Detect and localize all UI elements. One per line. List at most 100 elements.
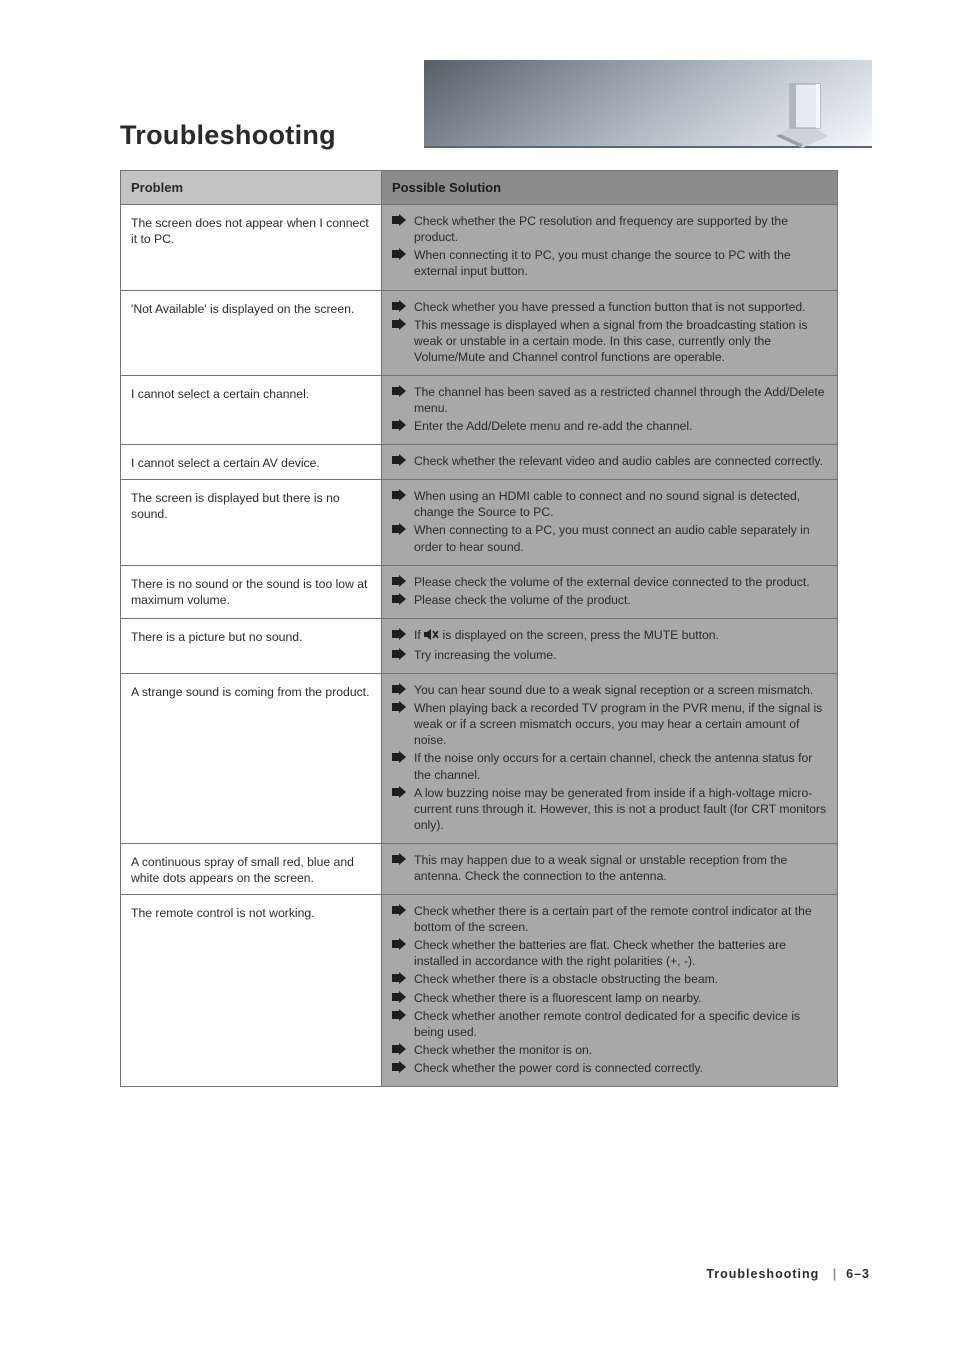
solution-cell: When using an HDMI cable to connect and … bbox=[382, 480, 838, 565]
list-item: Try increasing the volume. bbox=[392, 647, 827, 663]
solution-list: This may happen due to a weak signal or … bbox=[392, 852, 827, 884]
arrow-right-icon bbox=[392, 575, 408, 589]
solution-list: You can hear sound due to a weak signal … bbox=[392, 682, 827, 833]
page-number: Troubleshooting | 6–3 bbox=[706, 1267, 870, 1281]
table-row: 'Not Available' is displayed on the scre… bbox=[121, 290, 838, 375]
arrow-right-icon bbox=[392, 1009, 408, 1023]
arrow-right-icon bbox=[392, 648, 408, 662]
problem-cell: 'Not Available' is displayed on the scre… bbox=[121, 290, 382, 375]
problem-text: The screen does not appear when I connec… bbox=[131, 215, 371, 247]
list-item: When connecting to a PC, you must connec… bbox=[392, 522, 827, 554]
solution-cell: Please check the volume of the external … bbox=[382, 565, 838, 618]
solution-cell: Check whether there is a certain part of… bbox=[382, 895, 838, 1087]
list-item: Check whether there is a obstacle obstru… bbox=[392, 971, 827, 987]
monitor-icon bbox=[768, 78, 838, 148]
arrow-right-icon bbox=[392, 489, 408, 503]
solution-text: A low buzzing noise may be generated fro… bbox=[414, 786, 826, 832]
solution-list: Check whether the PC resolution and freq… bbox=[392, 213, 827, 279]
solution-text: Please check the volume of the product. bbox=[414, 593, 631, 607]
solution-text: This may happen due to a weak signal or … bbox=[414, 853, 787, 883]
solution-text: Check whether the relevant video and aud… bbox=[414, 454, 823, 468]
list-item: Check whether the batteries are flat. Ch… bbox=[392, 937, 827, 969]
problem-cell: There is a picture but no sound. bbox=[121, 618, 382, 673]
list-item: Please check the volume of the external … bbox=[392, 574, 827, 590]
page-number-value: 6–3 bbox=[846, 1267, 870, 1281]
problem-text: I cannot select a certain channel. bbox=[131, 386, 371, 402]
list-item: Check whether the monitor is on. bbox=[392, 1042, 827, 1058]
problem-text: A strange sound is coming from the produ… bbox=[131, 684, 371, 700]
solution-cell: This may happen due to a weak signal or … bbox=[382, 843, 838, 894]
solution-list: Please check the volume of the external … bbox=[392, 574, 827, 608]
arrow-right-icon bbox=[392, 248, 408, 262]
solution-cell: Check whether the PC resolution and freq… bbox=[382, 205, 838, 290]
solution-text: If the noise only occurs for a certain c… bbox=[414, 751, 812, 781]
list-item: Check whether there is a certain part of… bbox=[392, 903, 827, 935]
list-item: If the noise only occurs for a certain c… bbox=[392, 750, 827, 782]
column-header-problem: Problem bbox=[121, 171, 382, 205]
table-row: There is a picture but no sound. If is di… bbox=[121, 618, 838, 673]
solution-list: The channel has been saved as a restrict… bbox=[392, 384, 827, 434]
list-item: Check whether you have pressed a functio… bbox=[392, 299, 827, 315]
list-item: Check whether the PC resolution and freq… bbox=[392, 213, 827, 245]
solution-text: If is displayed on the screen, press the… bbox=[414, 628, 719, 642]
solution-text: The channel has been saved as a restrict… bbox=[414, 385, 825, 415]
list-item: Check whether the relevant video and aud… bbox=[392, 453, 827, 469]
page-title: Troubleshooting bbox=[120, 120, 336, 151]
arrow-right-icon bbox=[392, 628, 408, 642]
list-item: A low buzzing noise may be generated fro… bbox=[392, 785, 827, 833]
list-item: Check whether another remote control ded… bbox=[392, 1008, 827, 1040]
arrow-right-icon bbox=[392, 593, 408, 607]
solution-text: Check whether the monitor is on. bbox=[414, 1043, 592, 1057]
solution-text: Check whether you have pressed a functio… bbox=[414, 300, 806, 314]
list-item: When connecting it to PC, you must chang… bbox=[392, 247, 827, 279]
solution-text: When playing back a recorded TV program … bbox=[414, 701, 822, 747]
problem-text: A continuous spray of small red, blue an… bbox=[131, 854, 371, 886]
problem-cell: I cannot select a certain channel. bbox=[121, 375, 382, 444]
problem-cell: I cannot select a certain AV device. bbox=[121, 445, 382, 480]
arrow-right-icon bbox=[392, 385, 408, 399]
list-item: When using an HDMI cable to connect and … bbox=[392, 488, 827, 520]
arrow-right-icon bbox=[392, 419, 408, 433]
list-item: This message is displayed when a signal … bbox=[392, 317, 827, 365]
problem-cell: There is no sound or the sound is too lo… bbox=[121, 565, 382, 618]
solution-text: Check whether there is a fluorescent lam… bbox=[414, 991, 702, 1005]
solution-text: Please check the volume of the external … bbox=[414, 575, 810, 589]
problem-text: The remote control is not working. bbox=[131, 905, 371, 921]
table-row: A continuous spray of small red, blue an… bbox=[121, 843, 838, 894]
solution-cell: The channel has been saved as a restrict… bbox=[382, 375, 838, 444]
problem-text: There is a picture but no sound. bbox=[131, 629, 371, 645]
solution-text: Check whether another remote control ded… bbox=[414, 1009, 800, 1039]
arrow-right-icon bbox=[392, 318, 408, 332]
solution-text: Check whether the PC resolution and freq… bbox=[414, 214, 788, 244]
solution-list: Check whether you have pressed a functio… bbox=[392, 299, 827, 365]
arrow-right-icon bbox=[392, 904, 408, 918]
solution-text: Check whether the batteries are flat. Ch… bbox=[414, 938, 786, 968]
arrow-right-icon bbox=[392, 701, 408, 715]
solution-list: When using an HDMI cable to connect and … bbox=[392, 488, 827, 554]
solution-text: Check whether there is a obstacle obstru… bbox=[414, 972, 718, 986]
solution-text: When connecting it to PC, you must chang… bbox=[414, 248, 791, 278]
arrow-right-icon bbox=[392, 1061, 408, 1075]
problem-cell: The screen is displayed but there is no … bbox=[121, 480, 382, 565]
solution-text: When using an HDMI cable to connect and … bbox=[414, 489, 800, 519]
header-banner bbox=[424, 60, 872, 148]
list-item: This may happen due to a weak signal or … bbox=[392, 852, 827, 884]
arrow-right-icon bbox=[392, 523, 408, 537]
arrow-right-icon bbox=[392, 1043, 408, 1057]
list-item: You can hear sound due to a weak signal … bbox=[392, 682, 827, 698]
list-item: When playing back a recorded TV program … bbox=[392, 700, 827, 748]
arrow-right-icon bbox=[392, 300, 408, 314]
arrow-right-icon bbox=[392, 786, 408, 800]
solution-list: Check whether the relevant video and aud… bbox=[392, 453, 827, 469]
problem-text: The screen is displayed but there is no … bbox=[131, 490, 371, 522]
arrow-right-icon bbox=[392, 853, 408, 867]
list-item: If is displayed on the screen, press the… bbox=[392, 627, 827, 645]
section-heading-troubleshooting: Troubleshooting bbox=[706, 1267, 819, 1281]
solution-list: If is displayed on the screen, press the… bbox=[392, 627, 827, 663]
table-row: I cannot select a certain channel. The ch… bbox=[121, 375, 838, 444]
table-row: There is no sound or the sound is too lo… bbox=[121, 565, 838, 618]
solution-text: This message is displayed when a signal … bbox=[414, 318, 808, 364]
mute-icon bbox=[424, 628, 439, 645]
arrow-right-icon bbox=[392, 214, 408, 228]
solution-cell: You can hear sound due to a weak signal … bbox=[382, 674, 838, 844]
